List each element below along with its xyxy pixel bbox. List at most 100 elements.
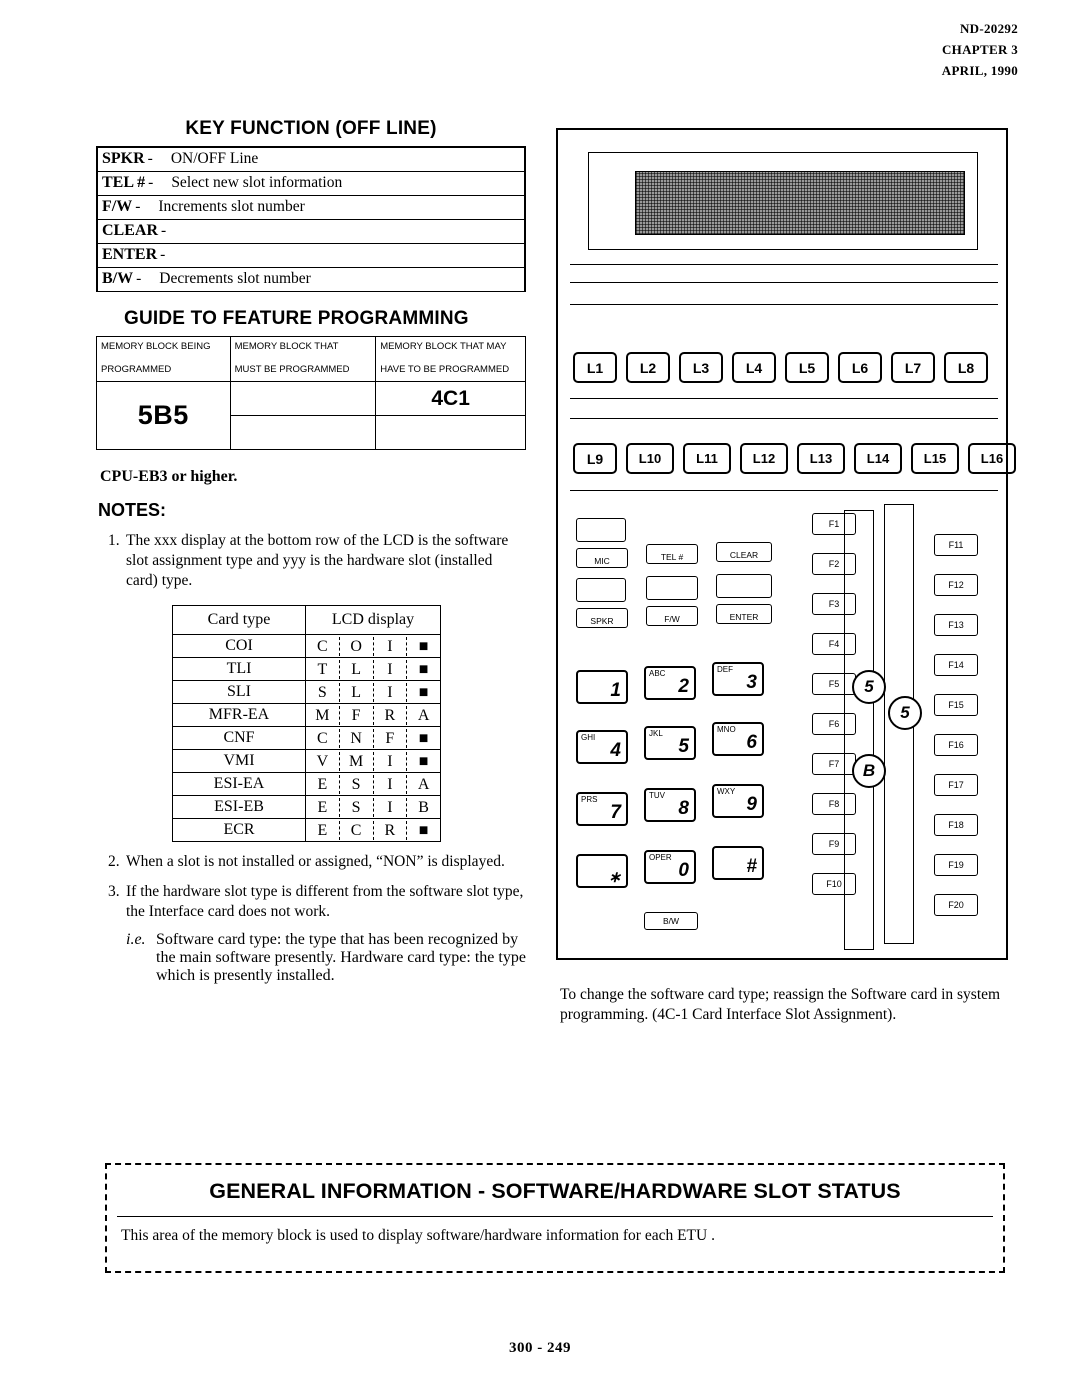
key-desc bbox=[165, 246, 183, 263]
function-key-f7[interactable]: F7 bbox=[812, 753, 856, 775]
key-bw[interactable]: B/W bbox=[644, 912, 698, 930]
function-key-f1[interactable]: F1 bbox=[812, 513, 856, 535]
card-type-name: ESI-EB bbox=[172, 795, 306, 819]
dial-key-3[interactable]: DEF 3 bbox=[712, 662, 764, 696]
note-number: 1. bbox=[108, 532, 120, 549]
table-row: TEL # - Select new slot information bbox=[97, 171, 525, 196]
callout-circle-5b: 5 bbox=[888, 696, 922, 730]
note-3-sub: i.e. Software card type: the type that h… bbox=[126, 931, 526, 985]
function-key-f17[interactable]: F17 bbox=[934, 774, 978, 796]
document-header: ND-20292 CHAPTER 3 APRIL, 1990 bbox=[942, 18, 1018, 81]
table-row: SLI S L I ■ bbox=[172, 680, 441, 704]
function-key-f9[interactable]: F9 bbox=[812, 833, 856, 855]
dial-key-1[interactable]: 1 bbox=[576, 670, 628, 704]
key-clear[interactable]: CLEAR bbox=[716, 542, 772, 562]
key-desc: ON/OFF Line bbox=[170, 150, 259, 167]
dial-key-2[interactable]: ABC 2 bbox=[644, 666, 696, 700]
function-key-f20[interactable]: F20 bbox=[934, 894, 978, 916]
function-key-f18[interactable]: F18 bbox=[934, 814, 978, 836]
doc-number: ND-20292 bbox=[959, 21, 1018, 36]
must-program-cell bbox=[229, 381, 377, 416]
card-type-name: CNF bbox=[172, 726, 306, 750]
card-type-name: ECR bbox=[172, 818, 306, 842]
date-label: APRIL, 1990 bbox=[941, 63, 1018, 78]
key-dash: - bbox=[161, 222, 167, 239]
right-column-text: To change the software card type; reassi… bbox=[560, 986, 1001, 1023]
function-key-f16[interactable]: F16 bbox=[934, 734, 978, 756]
note-text: When a slot is not installed or assigned… bbox=[126, 853, 505, 870]
dial-key-7[interactable]: PRS 7 bbox=[576, 792, 628, 826]
key-fw[interactable]: F/W bbox=[646, 606, 698, 626]
notes-label: NOTES: bbox=[98, 500, 167, 520]
card-type-name: COI bbox=[172, 634, 306, 658]
function-key-f8[interactable]: F8 bbox=[812, 793, 856, 815]
dial-key-hash[interactable]: # bbox=[712, 846, 764, 880]
dial-key-star[interactable]: ∗ bbox=[576, 854, 628, 888]
key-enter[interactable]: ENTER bbox=[716, 604, 772, 624]
key-label: TEL # bbox=[102, 174, 146, 191]
table-row: ENTER - bbox=[97, 243, 525, 268]
blank-key-top[interactable] bbox=[576, 518, 626, 542]
banner-title: GENERAL INFORMATION - SOFTWARE/HARDWARE … bbox=[209, 1179, 901, 1203]
function-key-f11[interactable]: F11 bbox=[934, 534, 978, 556]
card-type-name: SLI bbox=[172, 680, 306, 704]
key-function-title: KEY FUNCTION (OFF LINE) bbox=[185, 118, 437, 139]
function-key-f15[interactable]: F15 bbox=[934, 694, 978, 716]
dial-key-5[interactable]: JKL 5 bbox=[644, 726, 696, 760]
card-type-lcd: C O I ■ bbox=[305, 634, 441, 658]
blank-key-mid[interactable] bbox=[576, 578, 626, 602]
card-type-lcd: ESIA bbox=[305, 772, 441, 796]
key-desc: Increments slot number bbox=[158, 198, 305, 215]
key-function-table: SPKR - ON/OFF Line TEL # - Select new slot i… bbox=[96, 146, 526, 292]
page-number: 300 - 249 bbox=[509, 1340, 571, 1356]
function-key-f19[interactable]: F19 bbox=[934, 854, 978, 876]
key-desc: Select new slot information bbox=[171, 174, 343, 191]
card-type-name: MFR-EA bbox=[172, 703, 306, 727]
note-number: 2. bbox=[108, 853, 120, 870]
banner-divider bbox=[117, 1216, 993, 1217]
function-key-f5[interactable]: F5 bbox=[812, 673, 856, 695]
function-key-f2[interactable]: F2 bbox=[812, 553, 856, 575]
note-3-sub-text: Software card type: the type that has be… bbox=[156, 931, 526, 984]
function-key-f4[interactable]: F4 bbox=[812, 633, 856, 655]
table-row: MFR-EA MFRA bbox=[172, 703, 441, 727]
card-type-lcd: T L I ■ bbox=[305, 657, 441, 681]
function-key-f6[interactable]: F6 bbox=[812, 713, 856, 735]
table-row: ECR E C R ■ bbox=[172, 818, 441, 842]
col-header-lcd-display: LCD display bbox=[305, 605, 441, 635]
function-key-f12[interactable]: F12 bbox=[934, 574, 978, 596]
telephone-diagram: L1 L2 L3 L4 L5 L6 L7 L8 L9 L10 L11 L12 L… bbox=[556, 128, 1016, 960]
key-spkr[interactable]: SPKR bbox=[576, 608, 628, 628]
key-dash: - bbox=[147, 150, 153, 167]
table-row: ESI-EA ESIA bbox=[172, 772, 441, 796]
memory-block-value: 5B5 bbox=[96, 381, 231, 450]
function-key-f3[interactable]: F3 bbox=[812, 593, 856, 615]
table-row: CNF C N F ■ bbox=[172, 726, 441, 750]
card-type-name: ESI-EA bbox=[172, 772, 306, 796]
dial-key-8[interactable]: TUV 8 bbox=[644, 788, 696, 822]
card-type-lcd: V M I ■ bbox=[305, 749, 441, 773]
document-page: ND-20292 CHAPTER 3 APRIL, 1990 KEY FUNCT… bbox=[0, 0, 1080, 1400]
guide-header-3: MEMORY BLOCK THAT MAY HAVE TO BE PROGRAM… bbox=[375, 336, 526, 382]
key-mic[interactable]: MIC bbox=[576, 548, 628, 568]
table-row: TLI T L I ■ bbox=[172, 657, 441, 681]
dial-key-9[interactable]: WXY 9 bbox=[712, 784, 764, 818]
note-text: The xxx display at the bottom row of the… bbox=[126, 532, 509, 589]
dial-key-0[interactable]: OPER 0 bbox=[644, 850, 696, 884]
blank-key-mid-3[interactable] bbox=[716, 574, 772, 598]
function-key-f13[interactable]: F13 bbox=[934, 614, 978, 636]
key-desc bbox=[166, 222, 184, 239]
left-column: KEY FUNCTION (OFF LINE) SPKR - ON/OFF Line… bbox=[96, 118, 526, 985]
table-row: SPKR - ON/OFF Line bbox=[97, 146, 525, 172]
function-key-f14[interactable]: F14 bbox=[934, 654, 978, 676]
table-row: COI C O I ■ bbox=[172, 634, 441, 658]
keypad-area: MIC TEL # CLEAR SPKR F/W ENTER 1 ABC 2 D… bbox=[558, 130, 1006, 958]
dial-key-6[interactable]: MNO 6 bbox=[712, 722, 764, 756]
blank-key-mid-2[interactable] bbox=[646, 576, 698, 600]
table-row: B/W - Decrements slot number bbox=[97, 267, 525, 292]
function-key-f10[interactable]: F10 bbox=[812, 873, 856, 895]
card-type-lcd: C N F ■ bbox=[305, 726, 441, 750]
dial-key-4[interactable]: GHI 4 bbox=[576, 730, 628, 764]
key-tel-number[interactable]: TEL # bbox=[646, 544, 698, 564]
table-row: VMI V M I ■ bbox=[172, 749, 441, 773]
